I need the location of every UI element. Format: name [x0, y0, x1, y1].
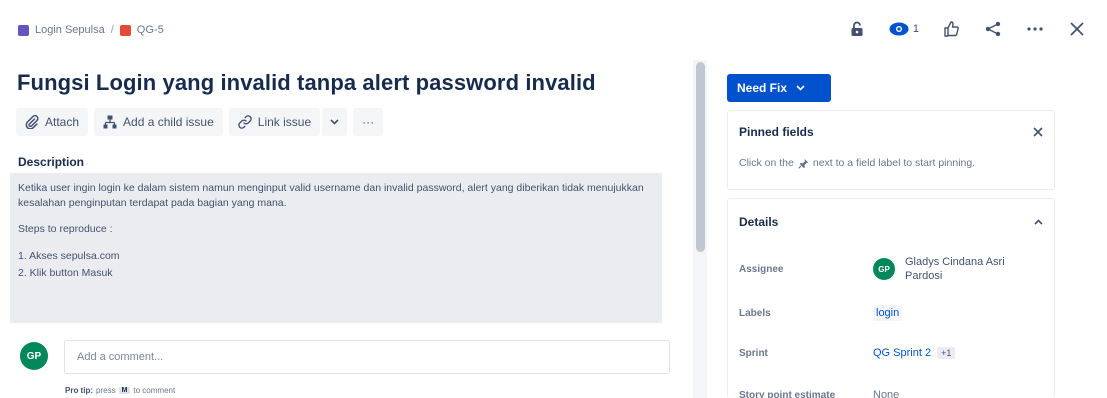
breadcrumb-issue[interactable]: QG-5	[137, 24, 164, 36]
avatar: GP	[873, 258, 895, 280]
paperclip-icon	[25, 115, 39, 129]
thumbs-up-icon[interactable]	[941, 19, 961, 39]
assignee-row: Assignee GP Gladys Cindana Asri Pardosi	[739, 255, 1035, 283]
description-step: 1. Akses sepulsa.com	[18, 249, 120, 262]
close-icon[interactable]	[1033, 127, 1043, 137]
labels-label: Labels	[739, 307, 771, 319]
protip-press: press	[96, 386, 116, 395]
assignee-label: Assignee	[739, 263, 784, 275]
description-paragraph: Ketika user ingin login ke dalam sistem …	[18, 182, 644, 210]
description-label: Description	[18, 155, 85, 169]
avatar: GP	[20, 342, 48, 370]
details-title: Details	[739, 215, 779, 229]
pinned-hint-after: next to a field label to start pinning.	[812, 157, 976, 169]
pin-icon	[798, 158, 809, 169]
story-point-row: Story point estimate None	[739, 389, 899, 398]
assignee-name[interactable]: Gladys Cindana Asri Pardosi	[905, 255, 1035, 283]
more-icon[interactable]	[1025, 19, 1045, 39]
details-panel: Details Assignee GP Gladys Cindana Asri …	[727, 198, 1055, 398]
comment-input[interactable]: Add a comment...	[64, 340, 670, 374]
close-icon[interactable]	[1067, 19, 1087, 39]
sprint-more-badge[interactable]: +1	[937, 347, 956, 359]
details-header[interactable]: Details	[728, 199, 1054, 229]
chevron-up-icon	[1034, 219, 1043, 225]
project-icon	[18, 24, 29, 36]
more-actions-button[interactable]: ···	[353, 108, 384, 136]
label-tag[interactable]: login	[873, 305, 903, 321]
sprint-link[interactable]: QG Sprint 2	[873, 347, 931, 359]
protip-label: Pro tip:	[65, 386, 93, 395]
status-label: Need Fix	[737, 81, 788, 95]
link-issue-button[interactable]: Link issue	[228, 108, 321, 136]
breadcrumb: Login Sepulsa / QG-5	[18, 24, 164, 36]
story-point-label: Story point estimate	[739, 389, 836, 398]
description-content[interactable]: Ketika user ingin login ke dalam sistem …	[10, 173, 662, 323]
breadcrumb-separator: /	[110, 24, 114, 36]
status-button[interactable]: Need Fix	[727, 74, 831, 102]
chevron-down-icon	[796, 85, 805, 91]
breadcrumb-project[interactable]: Login Sepulsa	[35, 24, 105, 36]
watch-button[interactable]: 1	[889, 19, 919, 39]
protip-suffix: to comment	[133, 386, 176, 395]
sprint-label: Sprint	[739, 347, 768, 359]
attach-button[interactable]: Attach	[16, 108, 89, 136]
bug-icon	[119, 24, 131, 36]
pinned-fields-title: Pinned fields	[739, 125, 814, 139]
description-step: 2. Klik button Masuk	[18, 266, 113, 279]
link-issue-label: Link issue	[257, 115, 312, 129]
story-point-value[interactable]: None	[873, 389, 899, 398]
protip: Pro tip: press M to comment	[65, 386, 175, 395]
watch-count: 1	[912, 23, 919, 35]
keyboard-shortcut: M	[118, 387, 131, 394]
pinned-fields-panel: Pinned fields Click on the next to a fie…	[727, 110, 1055, 190]
link-issue-dropdown[interactable]	[322, 108, 348, 136]
add-child-issue-label: Add a child issue	[123, 115, 214, 129]
issue-toolbar: Attach Add a child issue Link issue ···	[16, 108, 384, 136]
more-actions-label: ···	[362, 115, 375, 129]
description-steps-heading: Steps to reproduce :	[18, 223, 113, 236]
eye-icon	[889, 19, 909, 39]
issue-actions: 1	[847, 19, 1087, 39]
sprint-row: Sprint QG Sprint 2 +1	[739, 347, 956, 359]
labels-row: Labels login	[739, 305, 903, 321]
share-icon[interactable]	[983, 19, 1003, 39]
issue-title[interactable]: Fungsi Login yang invalid tanpa alert pa…	[17, 70, 596, 96]
lock-icon[interactable]	[847, 19, 867, 39]
link-issue-group: Link issue	[228, 108, 348, 136]
link-icon	[238, 115, 252, 129]
child-issue-icon	[103, 115, 117, 129]
add-child-issue-button[interactable]: Add a child issue	[94, 108, 223, 136]
scrollbar-thumb[interactable]	[696, 62, 705, 252]
chevron-down-icon	[330, 119, 339, 125]
attach-label: Attach	[45, 115, 80, 129]
pinned-hint-before: Click on the	[739, 157, 794, 169]
